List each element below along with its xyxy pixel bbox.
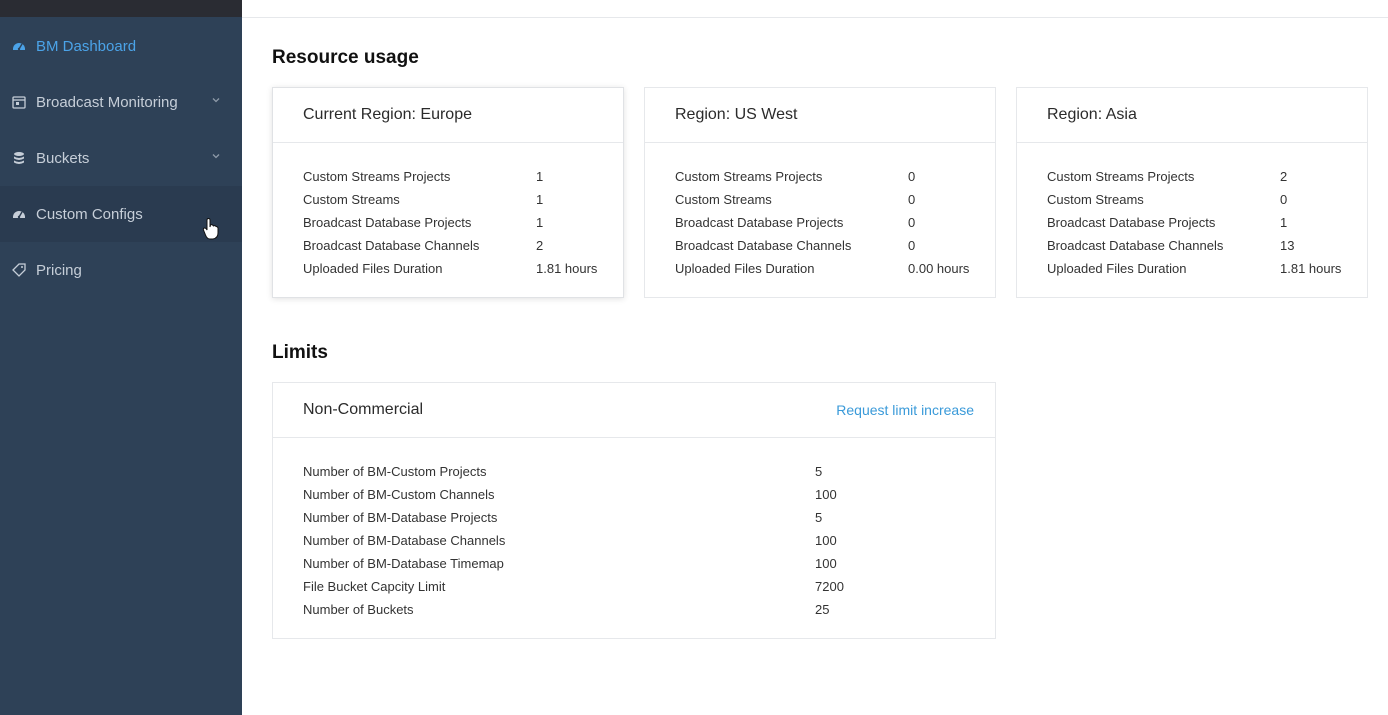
- limits-card: Non-Commercial Request limit increase Nu…: [272, 382, 996, 639]
- sidebar-item-bm-dashboard[interactable]: BM Dashboard: [0, 18, 242, 74]
- stat-value: 0: [908, 215, 916, 230]
- hand-cursor-icon: [202, 218, 219, 240]
- stat-row: Custom Streams 0: [1047, 188, 1367, 211]
- stat-row: Broadcast Database Projects 1: [303, 211, 623, 234]
- stat-row: Uploaded Files Duration 1.81 hours: [303, 257, 623, 280]
- stat-row: Custom Streams Projects 2: [1047, 165, 1367, 188]
- chevron-down-icon: [212, 98, 220, 103]
- top-bar: [242, 0, 1388, 18]
- stat-row: Custom Streams Projects 1: [303, 165, 623, 188]
- stat-row: Custom Streams 1: [303, 188, 623, 211]
- stat-value: 1.81 hours: [536, 261, 598, 276]
- stat-label: Broadcast Database Projects: [1047, 215, 1216, 230]
- stat-row: Uploaded Files Duration 1.81 hours: [1047, 257, 1367, 280]
- stat-row: Broadcast Database Projects 0: [675, 211, 995, 234]
- stat-value: 13: [1280, 238, 1295, 253]
- main-content: Resource usage Current Region: Europe Cu…: [242, 0, 1388, 715]
- sidebar-header: [0, 0, 242, 17]
- stat-row: Uploaded Files Duration 0.00 hours: [675, 257, 995, 280]
- stat-label: Broadcast Database Channels: [303, 238, 480, 253]
- limit-label: Number of BM-Database Timemap: [303, 556, 504, 571]
- stat-value: 2: [536, 238, 544, 253]
- stat-label: Custom Streams: [303, 192, 400, 207]
- limit-label: Number of Buckets: [303, 602, 414, 617]
- sidebar-item-label: Pricing: [36, 261, 82, 279]
- stat-value: 1: [536, 169, 544, 184]
- region-card-title: Region: Asia: [1017, 88, 1367, 143]
- region-card-europe: Current Region: Europe Custom Streams Pr…: [272, 87, 624, 298]
- limit-value: 7200: [815, 579, 844, 594]
- stat-label: Broadcast Database Projects: [303, 215, 472, 230]
- limit-row: Number of BM-Custom Projects 5: [303, 460, 995, 483]
- region-card-title: Current Region: Europe: [273, 88, 623, 143]
- request-limit-increase-link[interactable]: Request limit increase: [836, 402, 974, 418]
- limit-row: File Bucket Capcity Limit 7200: [303, 575, 995, 598]
- stat-label: Uploaded Files Duration: [1047, 261, 1187, 276]
- stat-label: Custom Streams: [675, 192, 772, 207]
- region-card-title: Region: US West: [645, 88, 995, 143]
- stat-value: 0: [1280, 192, 1288, 207]
- stat-label: Custom Streams Projects: [303, 169, 451, 184]
- stat-label: Uploaded Files Duration: [675, 261, 815, 276]
- calendar-icon: [12, 95, 26, 109]
- stat-row: Broadcast Database Projects 1: [1047, 211, 1367, 234]
- stat-value: 1: [1280, 215, 1288, 230]
- stat-value: 1: [536, 215, 544, 230]
- sidebar-item-buckets[interactable]: Buckets: [0, 130, 242, 186]
- stat-value: 0: [908, 192, 916, 207]
- sidebar-item-label: BM Dashboard: [36, 37, 137, 55]
- resource-usage-heading: Resource usage: [272, 47, 419, 68]
- limit-value: 100: [815, 556, 837, 571]
- sidebar-item-pricing[interactable]: Pricing: [0, 242, 242, 298]
- chevron-down-icon: [212, 154, 220, 159]
- tag-icon: [12, 263, 26, 277]
- limit-value: 100: [815, 487, 837, 502]
- stat-row: Custom Streams Projects 0: [675, 165, 995, 188]
- limit-label: Number of BM-Custom Channels: [303, 487, 495, 502]
- stat-value: 0.00 hours: [908, 261, 970, 276]
- limit-row: Number of BM-Database Channels 100: [303, 529, 995, 552]
- sidebar: BM Dashboard Broadcast Monitoring Bucket…: [0, 0, 242, 715]
- stat-label: Broadcast Database Channels: [675, 238, 852, 253]
- limits-heading: Limits: [272, 342, 328, 363]
- limit-label: Number of BM-Custom Projects: [303, 464, 487, 479]
- region-card-us-west: Region: US West Custom Streams Projects 0…: [644, 87, 996, 298]
- stat-row: Custom Streams 0: [675, 188, 995, 211]
- limit-value: 25: [815, 602, 830, 617]
- limit-row: Number of Buckets 25: [303, 598, 995, 621]
- limit-value: 100: [815, 533, 837, 548]
- region-card-asia: Region: Asia Custom Streams Projects 2 Cu…: [1016, 87, 1368, 298]
- limit-label: File Bucket Capcity Limit: [303, 579, 446, 594]
- database-icon: [12, 151, 26, 165]
- limit-value: 5: [815, 464, 823, 479]
- stat-value: 2: [1280, 169, 1288, 184]
- dashboard-icon: [12, 207, 26, 221]
- stat-row: Broadcast Database Channels 13: [1047, 234, 1367, 257]
- stat-row: Broadcast Database Channels 0: [675, 234, 995, 257]
- stat-label: Custom Streams Projects: [1047, 169, 1195, 184]
- stat-label: Broadcast Database Projects: [675, 215, 844, 230]
- stat-value: 1: [536, 192, 544, 207]
- limit-row: Number of BM-Database Timemap 100: [303, 552, 995, 575]
- stat-label: Custom Streams: [1047, 192, 1144, 207]
- limit-value: 5: [815, 510, 823, 525]
- sidebar-item-broadcast-monitoring[interactable]: Broadcast Monitoring: [0, 74, 242, 130]
- limit-label: Number of BM-Database Channels: [303, 533, 506, 548]
- dashboard-icon: [12, 39, 26, 53]
- stat-label: Uploaded Files Duration: [303, 261, 443, 276]
- limit-label: Number of BM-Database Projects: [303, 510, 498, 525]
- stat-label: Custom Streams Projects: [675, 169, 823, 184]
- stat-row: Broadcast Database Channels 2: [303, 234, 623, 257]
- stat-label: Broadcast Database Channels: [1047, 238, 1224, 253]
- stat-value: 0: [908, 169, 916, 184]
- limit-row: Number of BM-Database Projects 5: [303, 506, 995, 529]
- limit-row: Number of BM-Custom Channels 100: [303, 483, 995, 506]
- stat-value: 0: [908, 238, 916, 253]
- stat-value: 1.81 hours: [1280, 261, 1342, 276]
